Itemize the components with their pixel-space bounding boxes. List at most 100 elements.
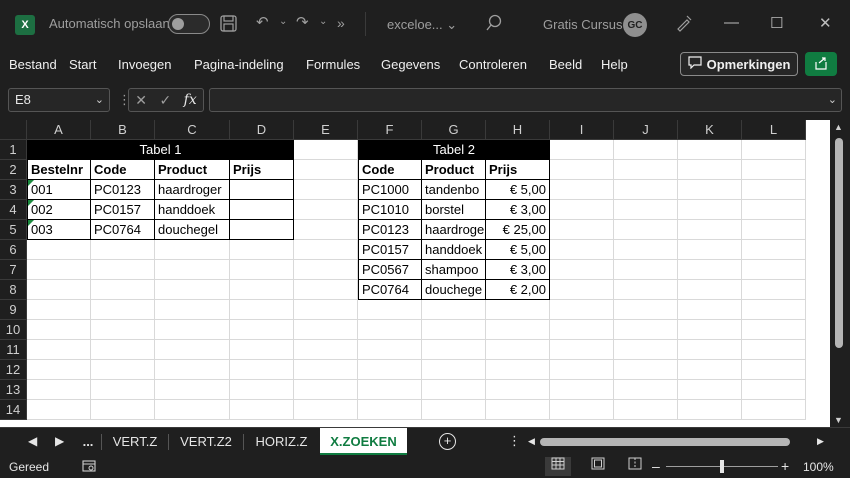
cell-e11[interactable] [294, 340, 358, 360]
cell-l11[interactable] [742, 340, 806, 360]
zoom-level[interactable]: 100% [803, 460, 834, 474]
cell-j7[interactable] [614, 260, 678, 280]
cell-l8[interactable] [742, 280, 806, 300]
cell-j10[interactable] [614, 320, 678, 340]
cell-b10[interactable] [91, 320, 155, 340]
cell-l4[interactable] [742, 200, 806, 220]
table-cell[interactable]: € 5,00 [486, 240, 550, 260]
cell-a7[interactable] [27, 260, 91, 280]
column-header-a[interactable]: A [27, 120, 91, 140]
cell-a10[interactable] [27, 320, 91, 340]
cell-j12[interactable] [614, 360, 678, 380]
cell-c9[interactable] [155, 300, 230, 320]
save-icon[interactable] [220, 15, 237, 36]
column-header-f[interactable]: F [358, 120, 422, 140]
cell-d13[interactable] [230, 380, 294, 400]
workbook-statistics-icon[interactable] [82, 460, 96, 475]
cell-l9[interactable] [742, 300, 806, 320]
table-cell[interactable]: 001 [27, 180, 91, 200]
cell-h10[interactable] [486, 320, 550, 340]
redo-dropdown-icon[interactable]: ⌄ [319, 16, 327, 27]
cell-g10[interactable] [422, 320, 486, 340]
cell-k8[interactable] [678, 280, 742, 300]
cell-e8[interactable] [294, 280, 358, 300]
table-cell[interactable]: borstel [422, 200, 486, 220]
cell-b7[interactable] [91, 260, 155, 280]
row-header-12[interactable]: 12 [0, 360, 27, 380]
scroll-up-icon[interactable]: ▲ [834, 122, 843, 132]
confirm-entry-icon[interactable]: ✓ [159, 92, 171, 109]
share-button[interactable] [805, 52, 837, 76]
cell-g11[interactable] [422, 340, 486, 360]
cell-h13[interactable] [486, 380, 550, 400]
redo-icon[interactable]: ↷ [296, 13, 309, 31]
cell-b6[interactable] [91, 240, 155, 260]
cell-j14[interactable] [614, 400, 678, 420]
scroll-left-icon[interactable]: ◀ [528, 436, 535, 447]
table-cell[interactable]: Product [422, 160, 486, 180]
cell-j13[interactable] [614, 380, 678, 400]
table-cell[interactable]: PC0567 [358, 260, 422, 280]
row-header-11[interactable]: 11 [0, 340, 27, 360]
row-header-13[interactable]: 13 [0, 380, 27, 400]
column-header-h[interactable]: H [486, 120, 550, 140]
cell-k14[interactable] [678, 400, 742, 420]
horizontal-scrollbar[interactable] [540, 438, 815, 446]
table-cell[interactable]: handdoek [422, 240, 486, 260]
zoom-out-button[interactable]: – [652, 458, 660, 474]
scroll-down-icon[interactable]: ▼ [834, 415, 843, 425]
cell-e1[interactable] [294, 140, 358, 160]
cell-e7[interactable] [294, 260, 358, 280]
vertical-scroll-thumb[interactable] [835, 138, 843, 348]
table2-title[interactable]: Tabel 2 [358, 140, 550, 160]
cell-h14[interactable] [486, 400, 550, 420]
cell-d10[interactable] [230, 320, 294, 340]
table-cell[interactable]: douchegel [155, 220, 230, 240]
table-cell[interactable]: 003 [27, 220, 91, 240]
table-cell[interactable]: handdoek [155, 200, 230, 220]
menu-gegevens[interactable]: Gegevens [381, 57, 440, 72]
tab-x-zoeken[interactable]: X.ZOEKEN [320, 428, 407, 455]
cell-f13[interactable] [358, 380, 422, 400]
cell-b8[interactable] [91, 280, 155, 300]
comments-button[interactable]: Opmerkingen [680, 52, 798, 76]
chevron-down-icon[interactable]: ⌄ [95, 89, 104, 111]
cell-d11[interactable] [230, 340, 294, 360]
cell-i1[interactable] [550, 140, 614, 160]
cell-c11[interactable] [155, 340, 230, 360]
cell-l12[interactable] [742, 360, 806, 380]
column-header-j[interactable]: J [614, 120, 678, 140]
cell-b14[interactable] [91, 400, 155, 420]
row-header-10[interactable]: 10 [0, 320, 27, 340]
table-cell[interactable]: PC0157 [91, 200, 155, 220]
more-sheets-button[interactable]: ... [78, 428, 98, 455]
cell-b9[interactable] [91, 300, 155, 320]
cell-j3[interactable] [614, 180, 678, 200]
cell-e12[interactable] [294, 360, 358, 380]
designer-icon[interactable] [675, 14, 693, 36]
table-cell[interactable]: € 25,00 [486, 220, 550, 240]
table-cell[interactable]: PC1000 [358, 180, 422, 200]
cell-k1[interactable] [678, 140, 742, 160]
table-cell[interactable]: PC0764 [358, 280, 422, 300]
table-cell[interactable]: haardroge [422, 220, 486, 240]
cell-l1[interactable] [742, 140, 806, 160]
cell-d6[interactable] [230, 240, 294, 260]
cell-j11[interactable] [614, 340, 678, 360]
cell-k13[interactable] [678, 380, 742, 400]
cell-i5[interactable] [550, 220, 614, 240]
column-header-k[interactable]: K [678, 120, 742, 140]
next-sheet-icon[interactable]: ▶ [55, 434, 64, 448]
cell-f9[interactable] [358, 300, 422, 320]
cell-k3[interactable] [678, 180, 742, 200]
cell-e5[interactable] [294, 220, 358, 240]
cell-k7[interactable] [678, 260, 742, 280]
cell-b11[interactable] [91, 340, 155, 360]
cell-l10[interactable] [742, 320, 806, 340]
table-cell[interactable]: shampoo [422, 260, 486, 280]
cell-k2[interactable] [678, 160, 742, 180]
row-header-14[interactable]: 14 [0, 400, 27, 420]
cell-l6[interactable] [742, 240, 806, 260]
cell-j4[interactable] [614, 200, 678, 220]
cell-k4[interactable] [678, 200, 742, 220]
